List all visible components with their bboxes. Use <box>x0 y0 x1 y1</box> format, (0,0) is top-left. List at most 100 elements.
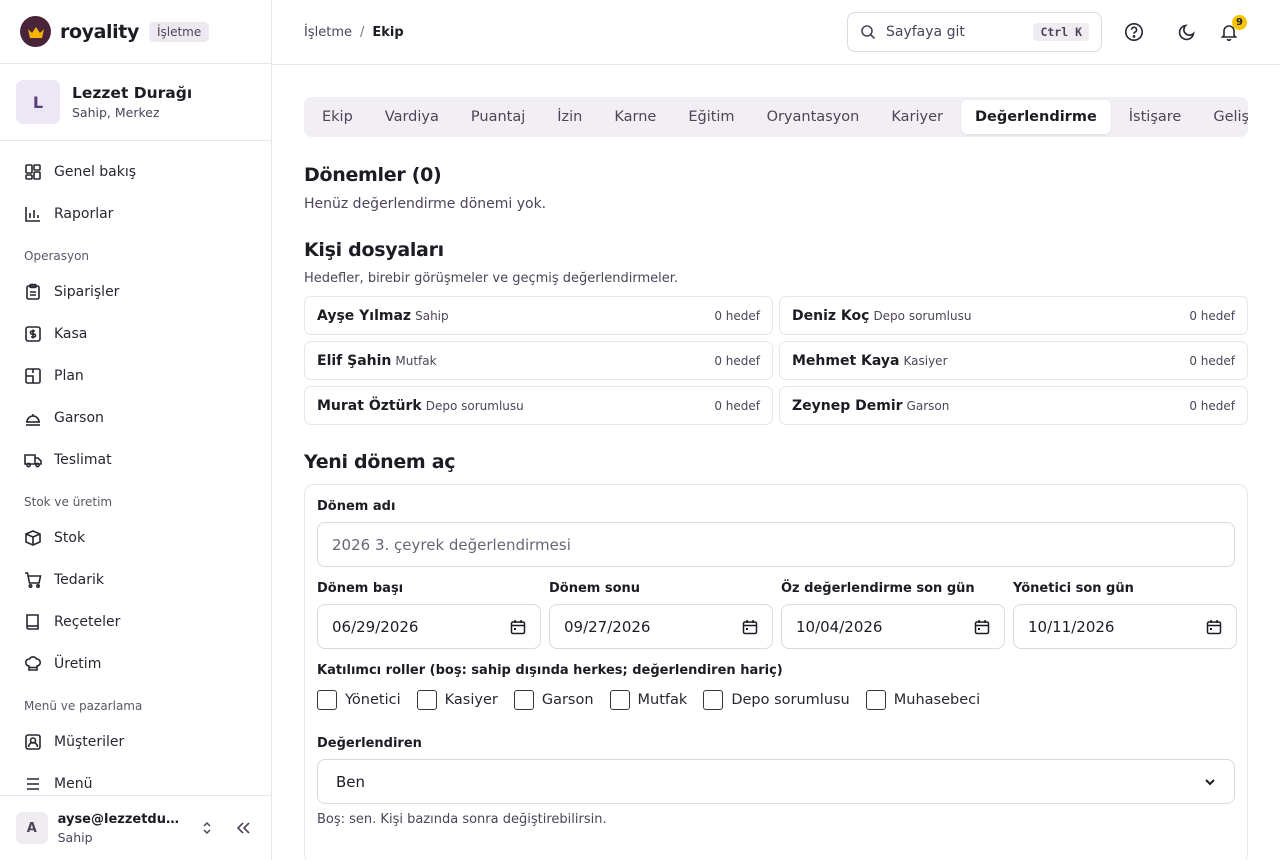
account-menu[interactable]: A ayse@lezzetduragi.com Sahip <box>0 795 271 860</box>
tab-degerlendirme[interactable]: Değerlendirme <box>960 100 1111 134</box>
sidebar-item-label: Menü <box>54 776 93 792</box>
notifications-icon[interactable]: 9 <box>1217 15 1247 44</box>
sidebar-item-musteriler[interactable]: Müşteriler <box>0 721 271 763</box>
checkbox[interactable] <box>609 690 630 710</box>
tab-istisare[interactable]: İstişare <box>1115 100 1196 134</box>
sidebar-item-genel-bakis[interactable]: Genel bakış <box>0 151 271 193</box>
sidebar-nav: Genel bakış Raporlar Operasyon Siparişle… <box>0 141 271 805</box>
dark-mode-icon[interactable] <box>1175 20 1199 44</box>
sidebar-item-siparisler[interactable]: Siparişler <box>0 271 271 313</box>
person-card[interactable]: Ayşe Yılmaz Sahip 0 hedef <box>304 296 773 335</box>
sidebar-item-label: Stok <box>54 530 86 546</box>
role-checkbox-yonetici[interactable]: Yönetici <box>317 690 401 710</box>
brand-name[interactable]: royality <box>60 21 139 43</box>
checkbox[interactable] <box>703 690 724 710</box>
chevrons-up-down-icon[interactable] <box>196 816 220 840</box>
sidebar-item-label: Üretim <box>54 656 102 672</box>
collapse-sidebar-icon[interactable] <box>231 816 255 840</box>
brand-badge: İşletme <box>148 21 210 42</box>
role-checkbox-depo-sorumlusu[interactable]: Depo sorumlusu <box>703 690 850 710</box>
floor-plan-icon <box>25 368 41 384</box>
checkbox-label: Kasiyer <box>444 692 498 708</box>
new-period-title: Yeni dönem aç <box>304 451 456 473</box>
tab-vardiya[interactable]: Vardiya <box>371 100 453 134</box>
checkbox[interactable] <box>513 690 534 710</box>
tab-kariyer[interactable]: Kariyer <box>877 100 957 134</box>
sidebar-item-label: Teslimat <box>54 452 112 468</box>
book-icon <box>26 614 39 630</box>
sidebar-section-title: Operasyon <box>24 249 90 263</box>
business-role: Sahip, Merkez <box>72 105 160 120</box>
tab-karne[interactable]: Karne <box>600 100 670 134</box>
notification-count-badge: 9 <box>1232 15 1247 30</box>
sidebar-section-title: Stok ve üretim <box>24 495 113 509</box>
role-checkbox-muhasebeci[interactable]: Muhasebeci <box>865 690 980 710</box>
period-start-date-input[interactable]: 06/29/2026 <box>317 604 541 649</box>
tab-egitim[interactable]: Eğitim <box>674 100 748 134</box>
self-review-deadline-input[interactable]: 10/04/2026 <box>781 604 1005 649</box>
person-role: Depo sorumlusu <box>425 398 524 413</box>
search-icon <box>861 25 876 40</box>
calendar-icon[interactable] <box>742 619 758 635</box>
sidebar-item-garson[interactable]: Garson <box>0 397 271 439</box>
select-value: Ben <box>336 772 366 791</box>
sidebar-item-receteler[interactable]: Reçeteler <box>0 601 271 643</box>
person-card[interactable]: Elif Şahin Mutfak 0 hedef <box>304 341 773 380</box>
tab-izin[interactable]: İzin <box>543 100 596 134</box>
person-card[interactable]: Murat Öztürk Depo sorumlusu 0 hedef <box>304 386 773 425</box>
checkbox[interactable] <box>317 690 337 710</box>
evaluator-select[interactable]: Ben <box>317 759 1235 804</box>
role-checkbox-mutfak[interactable]: Mutfak <box>609 690 687 710</box>
new-period-section: Yeni dönem aç Dönem adı Dönem başı 06/29… <box>304 451 1248 860</box>
sidebar-item-plan[interactable]: Plan <box>0 355 271 397</box>
person-goals: 0 hedef <box>1189 398 1235 413</box>
tab-ekip[interactable]: Ekip <box>308 100 367 134</box>
team-tabs: Ekip Vardiya Puantaj İzin Karne Eğitim O… <box>304 97 1248 137</box>
help-icon[interactable] <box>1122 20 1146 44</box>
business-switcher[interactable]: L Lezzet Durağı Sahip, Merkez <box>0 64 271 141</box>
cash-icon <box>25 326 41 342</box>
sidebar-item-label: Müşteriler <box>54 734 125 750</box>
sidebar-item-stok[interactable]: Stok <box>0 517 271 559</box>
manager-deadline-input[interactable]: 10/11/2026 <box>1013 604 1237 649</box>
sidebar-item-teslimat[interactable]: Teslimat <box>0 439 271 481</box>
person-goals: 0 hedef <box>1189 353 1235 368</box>
period-end-date-input[interactable]: 09/27/2026 <box>549 604 773 649</box>
breadcrumb-link[interactable]: İşletme <box>304 25 352 40</box>
calendar-icon[interactable] <box>974 619 990 635</box>
sidebar-item-raporlar[interactable]: Raporlar <box>0 193 271 235</box>
customer-icon <box>25 734 41 750</box>
sidebar-item-kasa[interactable]: Kasa <box>0 313 271 355</box>
tab-oryantasyon[interactable]: Oryantasyon <box>753 100 874 134</box>
sidebar-item-label: Garson <box>54 410 104 426</box>
sidebar: royality İşletme L Lezzet Durağı Sahip, … <box>0 0 272 860</box>
people-subtitle: Hedefler, birebir görüşmeler ve geçmiş d… <box>304 271 679 286</box>
new-period-form: Dönem adı Dönem başı 06/29/2026 Dönem so… <box>304 484 1248 860</box>
date-value: 06/29/2026 <box>332 617 419 636</box>
checkbox[interactable] <box>416 690 437 710</box>
period-name-input[interactable] <box>317 522 1235 567</box>
role-checkbox-garson[interactable]: Garson <box>513 690 594 710</box>
person-card[interactable]: Deniz Koç Depo sorumlusu 0 hedef <box>779 296 1248 335</box>
command-search[interactable]: Sayfaya git Ctrl K <box>847 12 1102 52</box>
tab-gelisim-raporu[interactable]: Gelişim raporu <box>1199 100 1248 134</box>
periods-empty-text: Henüz değerlendirme dönemi yok. <box>304 196 547 212</box>
sidebar-item-uretim[interactable]: Üretim <box>0 643 271 685</box>
sidebar-item-label: Reçeteler <box>54 614 121 630</box>
person-card[interactable]: Zeynep Demir Garson 0 hedef <box>779 386 1248 425</box>
shortcut-hint: Ctrl K <box>1033 23 1089 41</box>
person-card[interactable]: Mehmet Kaya Kasiyer 0 hedef <box>779 341 1248 380</box>
person-goals: 0 hedef <box>714 398 760 413</box>
checkbox-label: Depo sorumlusu <box>731 692 850 708</box>
checkbox[interactable] <box>865 690 886 710</box>
waiter-icon <box>26 414 40 426</box>
sidebar-item-tedarik[interactable]: Tedarik <box>0 559 271 601</box>
chef-hat-icon <box>24 656 42 671</box>
role-checkbox-kasiyer[interactable]: Kasiyer <box>416 690 498 710</box>
calendar-icon[interactable] <box>1206 619 1222 635</box>
calendar-icon[interactable] <box>510 619 526 635</box>
tab-puantaj[interactable]: Puantaj <box>457 100 539 134</box>
person-name: Mehmet Kaya <box>792 352 900 369</box>
participant-roles-label: Katılımcı roller (boş: sahip dışında her… <box>317 663 783 678</box>
date-fields: Dönem başı 06/29/2026 Dönem sonu 09/27/2… <box>317 581 1237 649</box>
